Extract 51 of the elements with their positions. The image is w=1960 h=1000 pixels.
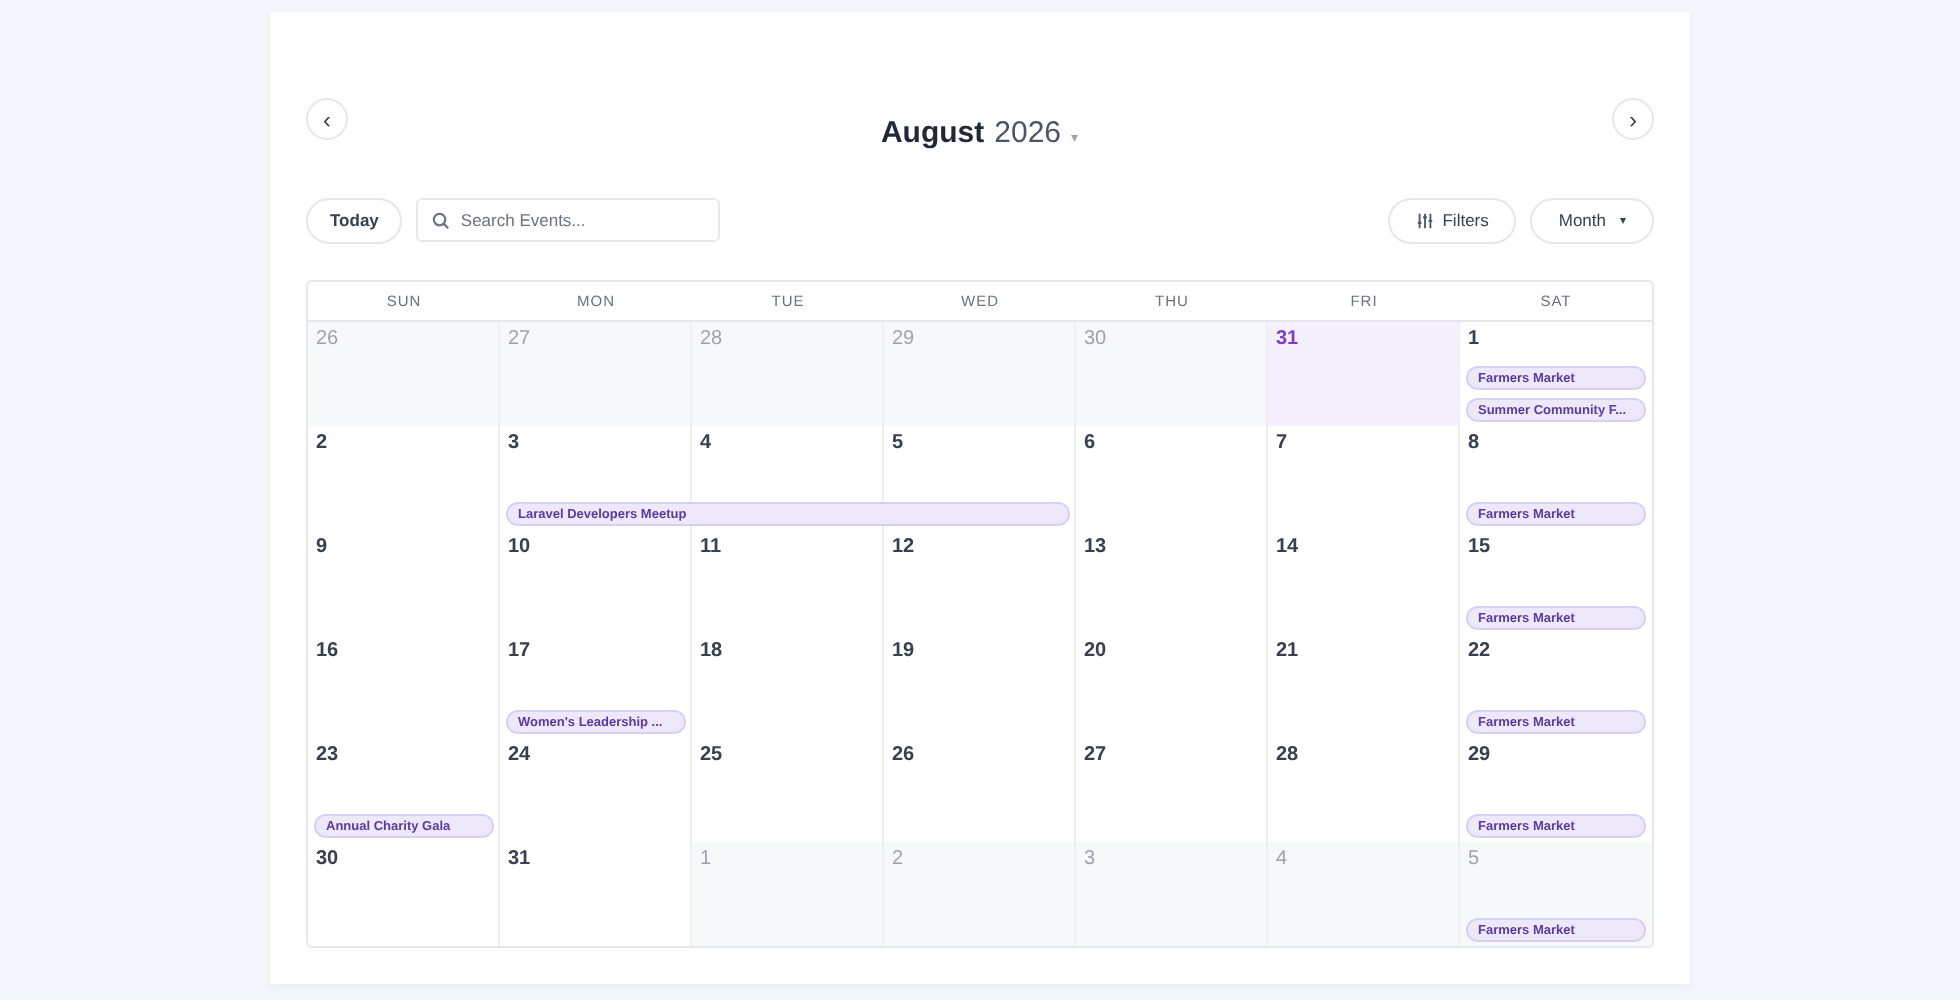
day-number: 21 bbox=[1274, 638, 1299, 662]
day-number: 7 bbox=[1274, 430, 1288, 454]
search-icon bbox=[432, 211, 451, 229]
day-number: 28 bbox=[698, 326, 723, 350]
day-number: 30 bbox=[314, 846, 339, 870]
day-number: 26 bbox=[314, 326, 339, 350]
day-number: 31 bbox=[506, 846, 531, 870]
day-number: 11 bbox=[698, 534, 722, 558]
day-number: 28 bbox=[1274, 742, 1299, 766]
day-number: 31 bbox=[1274, 326, 1299, 350]
previous-month-button[interactable]: ‹ bbox=[306, 98, 348, 140]
day-number: 27 bbox=[1082, 742, 1107, 766]
day-number: 27 bbox=[506, 326, 531, 350]
day-number: 24 bbox=[506, 742, 531, 766]
day-number: 25 bbox=[698, 742, 723, 766]
day-number: 23 bbox=[314, 742, 339, 766]
day-number: 10 bbox=[506, 534, 531, 558]
day-number: 4 bbox=[698, 430, 712, 454]
day-number: 16 bbox=[314, 638, 339, 662]
year-title: 2026 bbox=[994, 116, 1062, 150]
day-number: 1 bbox=[698, 846, 712, 870]
day-number: 15 bbox=[1466, 534, 1491, 558]
day-number: 20 bbox=[1082, 638, 1107, 662]
month-title: August bbox=[880, 116, 985, 150]
sliders-icon bbox=[1416, 211, 1435, 229]
day-number: 17 bbox=[506, 638, 531, 662]
day-number: 5 bbox=[1466, 846, 1480, 870]
today-button[interactable]: Today bbox=[306, 197, 403, 243]
day-number: 3 bbox=[506, 430, 520, 454]
day-number: 19 bbox=[890, 638, 915, 662]
day-number: 29 bbox=[890, 326, 915, 350]
day-number: 2 bbox=[314, 430, 328, 454]
day-number: 12 bbox=[890, 534, 915, 558]
day-number: 6 bbox=[1082, 430, 1096, 454]
day-number: 30 bbox=[1082, 326, 1107, 350]
day-number: 9 bbox=[314, 534, 328, 558]
filters-button[interactable]: Filters bbox=[1388, 197, 1517, 243]
day-number: 13 bbox=[1082, 534, 1107, 558]
search-field[interactable]: Search Events... bbox=[416, 198, 721, 242]
next-month-button[interactable]: › bbox=[1611, 98, 1654, 140]
day-number: 26 bbox=[890, 742, 915, 766]
day-number: 29 bbox=[1466, 742, 1491, 766]
day-number: 22 bbox=[1466, 638, 1491, 662]
day-number: 3 bbox=[1082, 846, 1096, 870]
day-number: 2 bbox=[890, 846, 904, 870]
day-number: 4 bbox=[1274, 846, 1288, 870]
day-number: 14 bbox=[1274, 534, 1299, 558]
day-number: 8 bbox=[1466, 430, 1480, 454]
day-number: 5 bbox=[890, 430, 904, 454]
day-number: 18 bbox=[698, 638, 723, 662]
day-number: 1 bbox=[1466, 326, 1480, 350]
